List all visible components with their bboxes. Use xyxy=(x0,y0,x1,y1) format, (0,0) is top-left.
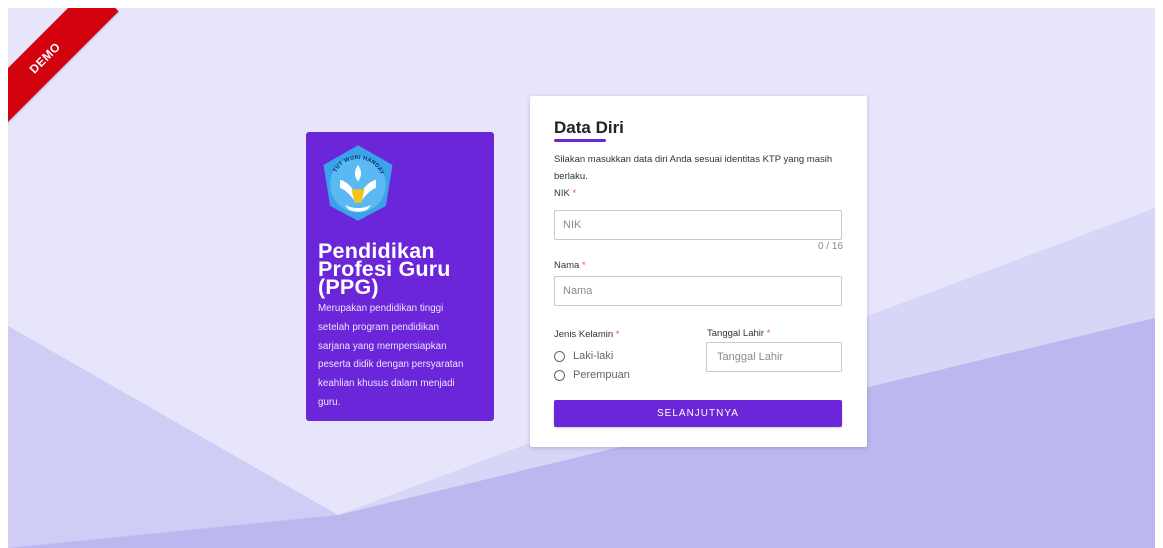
nama-label: Nama * xyxy=(554,260,586,271)
birthdate-label: Tanggal Lahir * xyxy=(707,328,770,339)
birthdate-label-text: Tanggal Lahir xyxy=(707,328,765,339)
program-description-line: Merupakan pendidikan tinggi xyxy=(318,303,444,314)
personal-data-form: Data Diri Silakan masukkan data diri And… xyxy=(530,96,867,447)
gender-option-perempuan[interactable]: Perempuan xyxy=(554,367,630,383)
gender-option-label: Laki-laki xyxy=(573,350,614,362)
radio-button[interactable] xyxy=(554,350,565,362)
gender-label-text: Jenis Kelamin xyxy=(554,329,614,340)
nama-input[interactable] xyxy=(554,276,842,306)
next-button[interactable]: SELANJUTNYA xyxy=(554,400,842,427)
program-description-line: peserta didik dengan persyaratan xyxy=(318,359,464,371)
gender-option-label: Perempuan xyxy=(573,369,630,381)
nik-label: NIK * xyxy=(554,188,576,199)
bg-shape-mid xyxy=(8,326,338,548)
nik-label-text: NIK xyxy=(554,188,570,199)
program-description-line: sarjana yang mempersiapkan xyxy=(318,340,447,352)
nama-label-text: Nama xyxy=(554,260,580,271)
required-mark: * xyxy=(615,329,620,340)
program-title: Pendidikan Profesi Guru (PPG) xyxy=(318,240,482,299)
title-underline xyxy=(554,139,606,142)
nik-character-counter: 0 / 16 xyxy=(817,241,843,252)
nik-input[interactable] xyxy=(554,210,842,240)
required-mark: * xyxy=(572,188,577,199)
form-title: Data Diri xyxy=(554,118,624,137)
program-title-line: (PPG) xyxy=(318,275,379,299)
birthdate-input[interactable] xyxy=(706,342,842,372)
program-description-line: setelah program pendidikan xyxy=(318,321,439,333)
radio-button[interactable] xyxy=(554,369,565,381)
gender-option-laki-laki[interactable]: Laki-laki xyxy=(554,348,613,364)
program-info-card: TUT WURI HANDAYANI Pendidikan Profesi Gu… xyxy=(306,132,494,421)
tut-wuri-handayani-logo: TUT WURI HANDAYANI xyxy=(317,142,393,221)
demo-ribbon-label: DEMO xyxy=(8,8,119,132)
program-description: Merupakan pendidikan tinggi setelah prog… xyxy=(318,300,482,413)
required-mark: * xyxy=(766,328,771,339)
form-description: Silakan masukkan data diri Anda sesuai i… xyxy=(554,154,833,182)
program-description-line: keahlian khusus dalam menjadi xyxy=(318,378,455,390)
demo-ribbon: DEMO xyxy=(8,8,138,138)
required-mark: * xyxy=(581,260,586,271)
page-background: DEMO TUT WURI HANDAYANI Pendidikan Profe… xyxy=(8,8,1155,548)
program-description-line: guru. xyxy=(318,396,341,408)
gender-label: Jenis Kelamin * xyxy=(554,329,619,340)
